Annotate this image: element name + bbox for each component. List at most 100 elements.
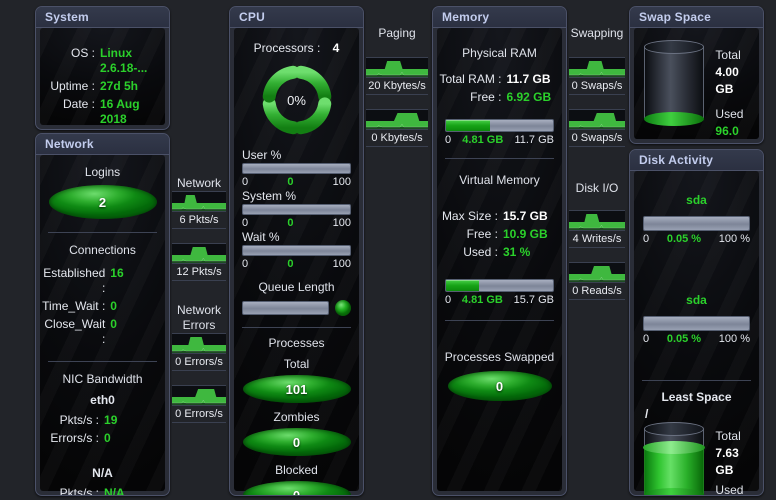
disk-name: sda	[634, 193, 759, 207]
disk-usage-min: 0	[643, 233, 649, 245]
least-used-label: Used	[715, 482, 759, 496]
info-row-label: Established :	[40, 266, 105, 296]
paging-gauge-sparkline	[366, 109, 428, 130]
cpu-metric-value: 0	[287, 258, 293, 270]
nic-name: N/A	[40, 466, 165, 480]
panel-title-cpu: CPU	[230, 7, 363, 28]
network-errors-gauge-sparkline	[172, 385, 226, 406]
info-row-label: Max Size :	[437, 209, 498, 224]
swapping-gauge-value: 0 Swaps/s	[569, 130, 625, 147]
cpu-metric-value: 0	[287, 176, 293, 188]
disk-usage-max: 100 %	[719, 233, 750, 245]
least-space-info: Total 7.63 GB Used 5.41 GB 71 %	[715, 422, 759, 496]
physical-ram-label: Physical RAM	[437, 46, 562, 60]
disk-usage-scale: 0 0.05 % 100 %	[643, 233, 750, 245]
queue-length-meter	[242, 300, 351, 316]
gauge-spacer	[569, 147, 625, 161]
info-row-value: 0	[105, 317, 165, 347]
panel-body-cpu: Processors : 4 0% User	[234, 28, 359, 491]
info-row-value: 16	[105, 266, 165, 296]
cpu-metric-max: 100	[333, 258, 351, 270]
info-row-value: Linux 2.6.18-...	[95, 46, 162, 76]
panel-body-memory: Physical RAM Total RAM :11.7 GBFree :6.9…	[437, 28, 562, 491]
disk-name: sda	[634, 293, 759, 307]
panel-title-swap-space: Swap Space	[630, 7, 763, 28]
system-info-row: Date :16 Aug 2018	[40, 97, 165, 127]
paging-gauge-value: 20 Kbytes/s	[366, 78, 428, 95]
info-row-value: 16 Aug 2018	[95, 97, 162, 127]
info-row-label: Time_Wait :	[40, 299, 105, 314]
disk-usage-value: 0.05 %	[667, 233, 701, 245]
connection-row: Time_Wait :0	[40, 299, 165, 314]
panel-swap-space: Swap Space Total 4.00 GB Used 96.0 KB 0.…	[629, 6, 764, 144]
panel-cpu: CPU Processors : 4	[229, 6, 364, 496]
gauge-column-swapping: Swapping 0 Swaps/s0 Swaps/s	[569, 26, 625, 161]
info-row-label: Pkts/s :	[40, 413, 99, 428]
panel-title-network: Network	[36, 134, 169, 155]
gauge-column-network: Network 6 Pkts/s12 Pkts/s	[172, 176, 226, 295]
system-info-row: Uptime :27d 5h	[40, 79, 165, 94]
gauge-spacer	[366, 147, 428, 161]
processors-label: Processors :	[254, 41, 321, 55]
info-row-label: Close_Wait :	[40, 317, 105, 347]
panel-body-system: OS :Linux 2.6.18-... Uptime :27d 5h Date :…	[40, 28, 165, 125]
info-row-value: 6.92 GB	[501, 90, 562, 105]
nic-stat-row: Pkts/s :N/A	[40, 486, 165, 496]
panel-title-system: System	[36, 7, 169, 28]
disk-activity-item: sda 0 0.05 % 100 %	[634, 193, 759, 245]
process-stat-number: 0	[293, 488, 300, 497]
logins-value: 2	[49, 185, 157, 219]
process-stat-label: Total	[234, 357, 359, 371]
process-stat-number: 0	[293, 435, 300, 450]
paging-gauge-sparkline	[366, 57, 428, 78]
cpu-metric-min: 0	[242, 176, 248, 188]
cpu-metric-scale: 00100	[242, 217, 351, 229]
system-info-row: OS :Linux 2.6.18-...	[40, 46, 165, 76]
info-row-label: Pkts/s :	[40, 486, 99, 496]
connections-label: Connections	[40, 243, 165, 257]
disk-usage-max: 100 %	[719, 333, 750, 345]
swap-total-value: 4.00 GB	[715, 64, 759, 98]
info-row-value: 0	[105, 299, 165, 314]
panel-body-swap-space: Total 4.00 GB Used 96.0 KB 0.00 %	[634, 28, 759, 139]
logins-number: 2	[99, 195, 106, 210]
cpu-metric-max: 100	[333, 217, 351, 229]
processes-swapped-label: Processes Swapped	[437, 350, 562, 364]
physical-ram-scale: 0 4.81 GB 11.7 GB	[445, 134, 554, 146]
memory-info-row: Free :6.92 GB	[437, 90, 562, 105]
swapping-gauge-sparkline	[569, 109, 625, 130]
network-gauge-value: 12 Pkts/s	[172, 264, 226, 281]
gauge-spacer	[569, 300, 625, 314]
info-row-label: Date :	[43, 97, 95, 127]
panel-title-memory: Memory	[433, 7, 566, 28]
cpu-metric-label: Wait %	[242, 229, 351, 245]
info-row-value: 10.9 GB	[498, 227, 562, 242]
info-row-label: Used :	[437, 245, 498, 260]
least-total-value: 7.63 GB	[715, 445, 759, 479]
info-row-label: Free :	[437, 90, 501, 105]
gauge-spacer	[569, 95, 625, 109]
network-gauge-value: 6 Pkts/s	[172, 212, 226, 229]
virtual-memory-bar	[445, 279, 554, 292]
virtual-memory-scale: 0 4.81 GB 15.7 GB	[445, 294, 554, 306]
cpu-metric-max: 100	[333, 176, 351, 188]
least-space-cylinder	[644, 422, 704, 496]
least-total-label: Total	[715, 428, 759, 445]
disk-usage-value: 0.05 %	[667, 333, 701, 345]
gauge-column-swapping-title: Swapping	[569, 26, 625, 41]
gauge-spacer	[366, 95, 428, 109]
process-stat-value: 0	[243, 481, 351, 496]
virtual-memory-used: 4.81 GB	[462, 294, 503, 306]
cpu-metric: Wait %00100	[242, 229, 351, 270]
panel-body-disk-activity: sda00.05 %100 %sda00.05 %100 % Least Spa…	[634, 171, 759, 491]
gauge-column-errors-title-1: Network	[172, 303, 226, 318]
physical-ram-max: 11.7 GB	[514, 134, 554, 146]
cpu-metric-label: User %	[242, 147, 351, 163]
info-row-label: OS :	[43, 46, 95, 76]
network-errors-gauge-value: 0 Errors/s	[172, 406, 226, 423]
info-row-value: 27d 5h	[95, 79, 162, 94]
gauge-column-network-errors: Network Errors 0 Errors/s0 Errors/s	[172, 303, 226, 437]
gauge-spacer	[172, 423, 226, 437]
process-stat-label: Zombies	[234, 410, 359, 424]
cpu-metric-label: System %	[242, 188, 351, 204]
